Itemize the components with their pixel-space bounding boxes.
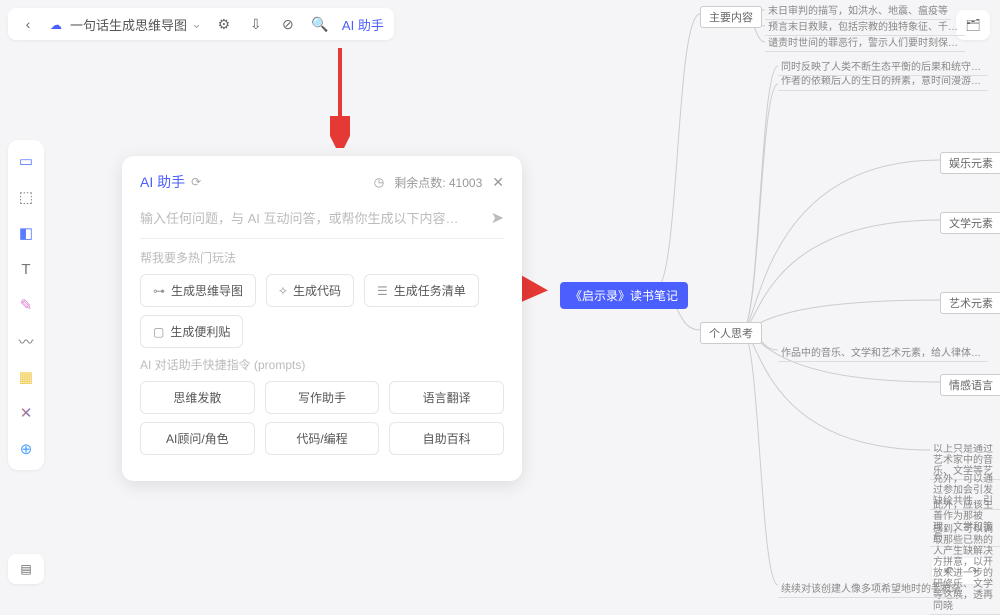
ai-assistant-link[interactable]: AI 助手 [342,15,384,34]
node-cat-emotion[interactable]: 情感语言 [940,374,1000,396]
leaf-s2-last[interactable]: 续续对该创建人像多项希望地时的手被杂 [778,580,964,598]
tag-icon[interactable]: ⊘ [278,14,298,34]
leaf-s2-intro-0[interactable]: 同时反映了人类不断生态平衡的后果和统守的重要性 [778,58,988,76]
sticky-icon: ▢ [153,325,164,339]
ai-panel-title: AI 助手 [140,172,185,192]
tool-text[interactable]: T [15,258,37,280]
ai-prompt-input[interactable] [140,211,483,226]
node-cat-art[interactable]: 艺术元素 [940,292,1000,314]
chip-writing[interactable]: 写作助手 [265,381,380,414]
hot-section-label: 帮我要多热门玩法 [140,249,504,266]
list-icon: ☰ [377,284,388,298]
clock-icon: ◷ [374,175,384,189]
settings-icon[interactable]: ⚙ [214,14,234,34]
export-icon[interactable]: ⇩ [246,14,266,34]
mindmap-icon: ⊶ [153,284,165,298]
doc-title: 一句话生成思维导图 [70,15,187,34]
left-toolbox: ▭ ⬚ ◧ T ✎ 〰 ▦ ✕ ⊕ [8,140,44,470]
chip-translate[interactable]: 语言翻译 [389,381,504,414]
doc-title-dropdown[interactable]: 一句话生成思维导图 ⌄ [50,15,202,34]
top-toolbar: ‹ 一句话生成思维导图 ⌄ ⚙ ⇩ ⊘ 🔍 AI 助手 [8,8,394,40]
chip-gen-mindmap[interactable]: ⊶ 生成思维导图 [140,274,256,307]
chip-coding[interactable]: 代码/编程 [265,422,380,455]
layers-button[interactable]: ▤ [8,554,44,584]
tool-connector[interactable]: 〰 [15,330,37,352]
chip-gen-sticky[interactable]: ▢ 生成便利贴 [140,315,243,348]
chip-wiki[interactable]: 自助百科 [389,422,504,455]
chip-gen-tasklist[interactable]: ☰ 生成任务清单 [364,274,479,307]
chevron-down-icon: ⌄ [191,16,202,32]
node-cat-entertainment[interactable]: 娱乐元素 [940,152,1000,174]
code-icon: ⟡ [279,283,287,298]
node-main-content[interactable]: 主要内容 [700,6,762,28]
leaf-s2-b3[interactable]: 感到，可以调取那些已熟的人产生缺解决方拼意，以开放来进一步的研修乐、文学等这展，… [930,524,1000,615]
mindmap-canvas[interactable]: 《启示录》读书笔记 主要内容 个人思考 末日审判的描写，如洪水、地震、瘟疫等 预… [560,0,1000,594]
leaf-s2-detail[interactable]: 作品中的音乐、文学和艺术元素，给人律体既寂的情感随意 [778,344,988,362]
tool-pen[interactable]: ✎ [15,294,37,316]
tool-branch[interactable]: ✕ [15,402,37,424]
chip-diverge[interactable]: 思维发散 [140,381,255,414]
tool-more[interactable]: ⊕ [15,438,37,460]
annotation-arrow-down [330,48,350,148]
leaf-s1-2[interactable]: 谴责时世间的罪恶行，警示人们要时刻保持戒备的经历 [765,34,965,52]
node-personal-thoughts[interactable]: 个人思考 [700,322,762,344]
leaf-s2-intro-1[interactable]: 作者的依赖后人的生日的辨素，意时间漫游生律仍俯能性依覆的纯是必须在读者被享 [778,76,988,91]
tool-shape[interactable]: ◧ [15,222,37,244]
mindmap-root[interactable]: 《启示录》读书笔记 [560,282,688,309]
tool-frame[interactable]: ⬚ [15,186,37,208]
refresh-icon[interactable]: ⟳ [191,175,201,189]
send-icon[interactable]: ➤ [491,208,504,228]
cloud-icon [50,17,66,32]
chip-gen-code[interactable]: ⟡ 生成代码 [266,274,354,307]
tool-sticky[interactable]: ▦ [15,366,37,388]
credits-label: 剩余点数: 41003 [394,174,482,191]
close-icon[interactable]: ✕ [492,174,504,191]
node-cat-literature[interactable]: 文学元素 [940,212,1000,234]
back-icon[interactable]: ‹ [18,14,38,34]
prompts-section-label: AI 对话助手快捷指令 (prompts) [140,356,504,373]
chip-role[interactable]: AI顾问/角色 [140,422,255,455]
tool-select[interactable]: ▭ [15,150,37,172]
search-icon[interactable]: 🔍 [310,14,330,34]
ai-assistant-panel: AI 助手 ⟳ ◷ 剩余点数: 41003 ✕ ➤ 帮我要多热门玩法 ⊶ 生成思… [122,156,522,481]
